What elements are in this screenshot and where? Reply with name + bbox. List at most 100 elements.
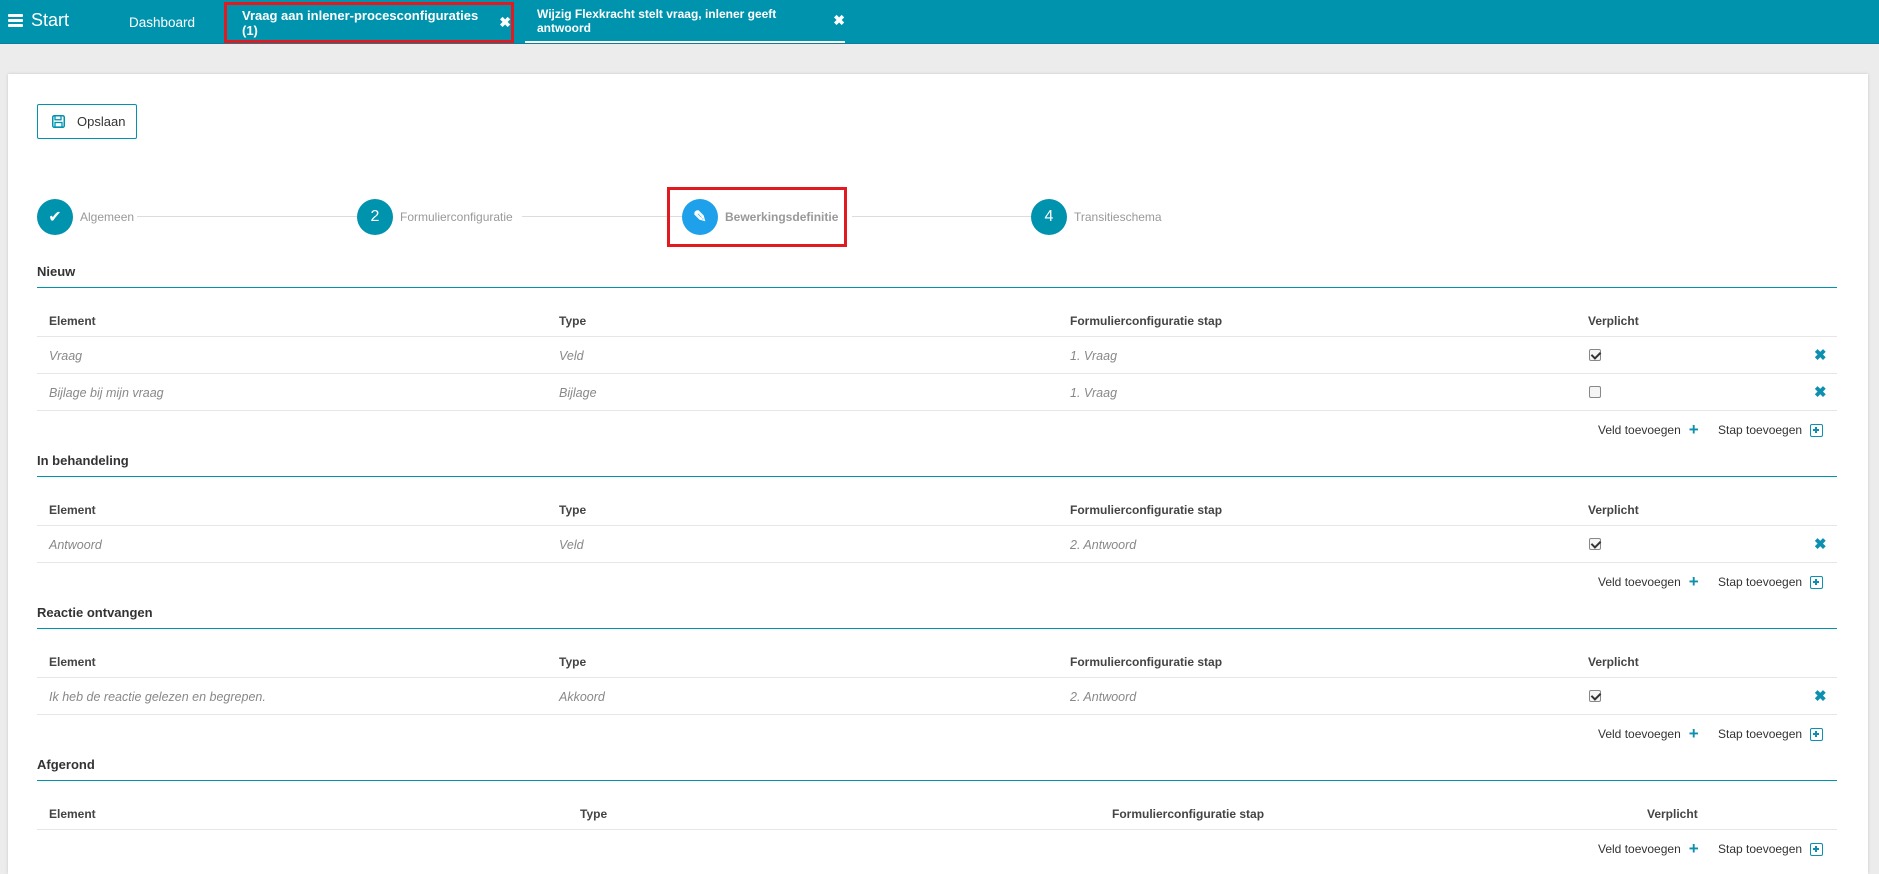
cell-type: Veld	[559, 349, 584, 363]
add-step-button[interactable]: Stap toevoegen	[1718, 727, 1824, 741]
floppy-disk-icon	[52, 115, 65, 128]
column-header-step: Formulierconfiguratie stap	[1070, 503, 1223, 517]
step-connector	[852, 216, 1032, 217]
column-header-step: Formulierconfiguratie stap	[1070, 314, 1223, 328]
save-label: Opslaan	[77, 114, 126, 129]
step-label: Bewerkingsdefinitie	[725, 210, 839, 224]
add-field-label: Veld toevoegen	[1598, 842, 1681, 856]
tab-dashboard[interactable]: Dashboard	[129, 0, 195, 44]
tab-label: Vraag aan inlener-procesconfiguraties (1…	[242, 7, 479, 38]
top-navigation-bar: Start Dashboard Vraag aan inlener-proces…	[0, 0, 1879, 44]
tab-label: Wijzig Flexkracht stelt vraag, inlener g…	[537, 6, 777, 35]
save-button[interactable]: Opslaan	[37, 104, 137, 139]
column-header-type: Type	[559, 503, 587, 517]
cell-step: 1. Vraag	[1070, 349, 1118, 363]
required-checkbox[interactable]	[1589, 349, 1601, 361]
step-label: Transitieschema	[1074, 210, 1162, 224]
plus-square-icon	[1810, 842, 1824, 856]
close-icon[interactable]: ✖	[833, 12, 845, 29]
column-header-type: Type	[559, 655, 587, 669]
plus-square-icon	[1810, 423, 1824, 437]
hamburger-menu-icon	[8, 14, 23, 27]
step-transitieschema[interactable]: 4 Transitieschema	[1031, 199, 1162, 235]
add-field-button[interactable]: Veld toevoegen +	[1598, 724, 1699, 743]
step-bewerkingsdefinitie[interactable]: ✎ Bewerkingsdefinitie	[667, 187, 847, 247]
cell-element: Ik heb de reactie gelezen en begrepen.	[49, 690, 266, 704]
cell-element: Antwoord	[49, 538, 102, 552]
add-step-button[interactable]: Stap toevoegen	[1718, 423, 1824, 437]
section-title: Nieuw	[37, 263, 1837, 288]
cell-step: 1. Vraag	[1070, 386, 1118, 400]
column-header-required: Verplicht	[1588, 503, 1639, 517]
content-card: Opslaan ✔ Algemeen 2 Formulierconfigurat…	[8, 74, 1868, 874]
column-header-type: Type	[559, 314, 587, 328]
tab-wijzig-flexkracht[interactable]: Wijzig Flexkracht stelt vraag, inlener g…	[525, 0, 845, 43]
table-header: Element Type Formulierconfiguratie stap …	[37, 781, 1837, 830]
cell-type: Akkoord	[559, 690, 605, 704]
table-row[interactable]: Vraag Veld 1. Vraag ✖	[37, 337, 1837, 374]
checkmark-icon: ✔	[37, 199, 73, 235]
cell-step: 2. Antwoord	[1070, 690, 1137, 704]
column-header-element: Element	[49, 503, 96, 517]
add-step-label: Stap toevoegen	[1718, 423, 1803, 437]
column-header-required: Verplicht	[1588, 314, 1639, 328]
tab-procesconfiguraties[interactable]: Vraag aan inlener-procesconfiguraties (1…	[224, 2, 514, 43]
step-connector	[522, 216, 682, 217]
cell-type: Bijlage	[559, 386, 597, 400]
add-step-label: Stap toevoegen	[1718, 575, 1803, 589]
add-field-label: Veld toevoegen	[1598, 423, 1681, 437]
delete-icon[interactable]: ✖	[1814, 687, 1827, 705]
plus-icon: +	[1688, 724, 1699, 743]
section-afgerond: Afgerond Element Type Formulierconfigura…	[37, 756, 1837, 866]
step-algemeen[interactable]: ✔ Algemeen	[37, 199, 134, 235]
add-step-label: Stap toevoegen	[1718, 842, 1803, 856]
section-actions: Veld toevoegen + Stap toevoegen	[37, 830, 1837, 866]
step-number: 2	[357, 199, 393, 235]
step-number: 4	[1031, 199, 1067, 235]
add-field-button[interactable]: Veld toevoegen +	[1598, 839, 1699, 858]
add-field-button[interactable]: Veld toevoegen +	[1598, 573, 1699, 590]
plus-square-icon	[1810, 727, 1824, 741]
section-title: Reactie ontvangen	[37, 604, 1837, 629]
add-field-label: Veld toevoegen	[1598, 727, 1681, 741]
cell-element: Bijlage bij mijn vraag	[49, 386, 164, 400]
table-header: Element Type Formulierconfiguratie stap …	[37, 477, 1837, 526]
step-connector	[137, 216, 357, 217]
cell-element: Vraag	[49, 349, 83, 363]
add-step-button[interactable]: Stap toevoegen	[1718, 575, 1824, 589]
delete-icon[interactable]: ✖	[1814, 383, 1827, 401]
section-actions: Veld toevoegen + Stap toevoegen	[37, 411, 1837, 447]
table-row[interactable]: Antwoord Veld 2. Antwoord ✖	[37, 526, 1837, 563]
wizard-stepper: ✔ Algemeen 2 Formulierconfiguratie ✎ Bew…	[37, 187, 1187, 247]
close-icon[interactable]: ✖	[499, 14, 511, 31]
add-field-button[interactable]: Veld toevoegen +	[1598, 420, 1699, 439]
table-row[interactable]: Ik heb de reactie gelezen en begrepen. A…	[37, 678, 1837, 715]
required-checkbox[interactable]	[1589, 690, 1601, 702]
tab-label: Dashboard	[129, 14, 196, 30]
plus-icon: +	[1688, 839, 1699, 858]
column-header-element: Element	[49, 655, 96, 669]
step-formulierconfiguratie[interactable]: 2 Formulierconfiguratie	[357, 199, 513, 235]
add-step-label: Stap toevoegen	[1718, 727, 1803, 741]
column-header-element: Element	[49, 807, 96, 821]
section-actions: Veld toevoegen + Stap toevoegen	[37, 715, 1837, 751]
section-actions: Veld toevoegen + Stap toevoegen	[37, 563, 1837, 599]
start-label: Start	[31, 10, 70, 30]
required-checkbox[interactable]	[1589, 538, 1601, 550]
plus-icon: +	[1688, 420, 1699, 439]
start-menu-button[interactable]: Start	[8, 10, 69, 31]
add-field-label: Veld toevoegen	[1598, 575, 1681, 589]
table-header: Element Type Formulierconfiguratie stap …	[37, 629, 1837, 678]
section-reactie-ontvangen: Reactie ontvangen Element Type Formulier…	[37, 604, 1837, 751]
delete-icon[interactable]: ✖	[1814, 535, 1827, 553]
section-title: In behandeling	[37, 452, 1837, 477]
table-header: Element Type Formulierconfiguratie stap …	[37, 288, 1837, 337]
column-header-step: Formulierconfiguratie stap	[1070, 655, 1223, 669]
section-title: Afgerond	[37, 756, 1837, 781]
pencil-icon: ✎	[682, 199, 718, 235]
table-row[interactable]: Bijlage bij mijn vraag Bijlage 1. Vraag …	[37, 374, 1837, 411]
required-checkbox[interactable]	[1589, 386, 1601, 398]
delete-icon[interactable]: ✖	[1814, 346, 1827, 364]
column-header-type: Type	[580, 807, 608, 821]
add-step-button[interactable]: Stap toevoegen	[1718, 842, 1824, 856]
